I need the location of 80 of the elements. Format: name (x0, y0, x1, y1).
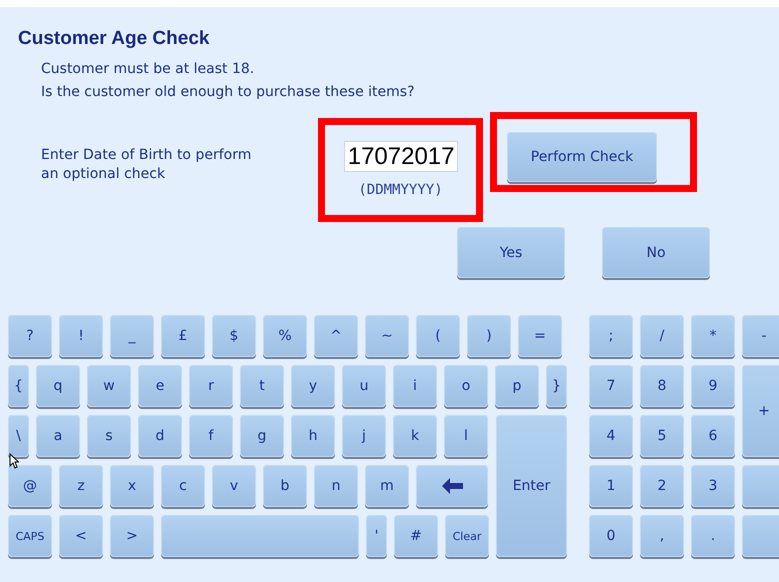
keyboard-key[interactable]: l (444, 415, 488, 457)
date-format-hint: (DDMMYYYY) (358, 182, 443, 198)
keyboard-key[interactable]: Clear (445, 515, 489, 557)
numpad-key[interactable]: 6 (691, 415, 735, 457)
keyboard-key[interactable]: t (240, 365, 284, 407)
backspace-key[interactable] (416, 465, 488, 507)
keyboard-key[interactable]: \ (8, 415, 29, 457)
keyboard-key[interactable]: h (291, 415, 335, 457)
numpad-key[interactable]: / (640, 315, 684, 357)
keyboard-key[interactable]: ( (416, 315, 460, 357)
keyboard-key[interactable]: p (495, 365, 539, 407)
keyboard-key[interactable]: ? (8, 315, 52, 357)
message-text: Is the customer old enough to purchase these items? (41, 83, 416, 102)
keyboard-key[interactable]: ~ (365, 315, 409, 357)
keyboard-key[interactable]: _ (110, 315, 154, 357)
keyboard-key[interactable]: > (110, 515, 154, 557)
keyboard-key[interactable]: w (87, 365, 131, 407)
keyboard-key[interactable]: q (36, 365, 80, 407)
keyboard-key[interactable]: d (138, 415, 182, 457)
dob-label: Enter Date of Birth to perform an optional check (41, 146, 252, 184)
keyboard-key[interactable]: ^ (314, 315, 358, 357)
numpad-key[interactable]: 1 (589, 465, 633, 507)
keyboard-key[interactable]: g (240, 415, 284, 457)
keyboard-key[interactable]: k (393, 415, 437, 457)
keyboard-key[interactable]: % (263, 315, 307, 357)
numpad-key[interactable]: - (742, 315, 779, 357)
keyboard-key[interactable]: CAPS (8, 515, 52, 557)
message-text: Customer must be at least 18. (41, 60, 256, 79)
numpad-key[interactable]: 9 (691, 365, 735, 407)
left-arrow-icon (440, 477, 464, 495)
dob-field[interactable]: 17072017 (344, 141, 458, 172)
keyboard-key[interactable]: # (394, 515, 438, 557)
keyboard-key[interactable]: x (110, 465, 154, 507)
numpad-key[interactable]: 7 (589, 365, 633, 407)
numpad-key[interactable] (742, 515, 779, 557)
numpad-key[interactable]: 0 (589, 515, 633, 557)
enter-key[interactable]: Enter (496, 415, 567, 557)
keyboard-key[interactable]: < (59, 515, 103, 557)
numpad-key[interactable]: 8 (640, 365, 684, 407)
keyboard-key[interactable]: f (189, 415, 233, 457)
numpad-key[interactable]: ; (589, 315, 633, 357)
keyboard-key[interactable]: v (212, 465, 256, 507)
numpad-key[interactable]: + (742, 365, 779, 457)
keyboard-key[interactable]: a (36, 415, 80, 457)
keyboard-key[interactable]: m (365, 465, 409, 507)
keyboard-key[interactable]: } (546, 365, 567, 407)
answer-button[interactable]: Yes (457, 227, 565, 278)
perform-check-button[interactable]: Perform Check (507, 132, 657, 182)
keyboard-key[interactable]: c (161, 465, 205, 507)
keyboard-key[interactable]: s (87, 415, 131, 457)
keyboard-key[interactable]: j (342, 415, 386, 457)
space-key[interactable] (161, 515, 359, 557)
numpad-key[interactable]: 2 (640, 465, 684, 507)
keyboard-key[interactable]: = (518, 315, 562, 357)
keyboard-key[interactable]: @ (8, 465, 52, 507)
keyboard-key[interactable]: b (263, 465, 307, 507)
keyboard-key[interactable]: y (291, 365, 335, 407)
keyboard-key[interactable]: z (59, 465, 103, 507)
keyboard-key[interactable]: e (138, 365, 182, 407)
numpad-key[interactable]: * (691, 315, 735, 357)
numpad-key[interactable]: , (640, 515, 684, 557)
keyboard-key[interactable]: ! (59, 315, 103, 357)
numpad-key[interactable] (742, 465, 779, 507)
mouse-pointer-icon (9, 453, 19, 469)
keyboard-key[interactable]: u (342, 365, 386, 407)
numpad-key[interactable]: 5 (640, 415, 684, 457)
keyboard-key[interactable]: £ (161, 315, 205, 357)
keyboard-key[interactable]: r (189, 365, 233, 407)
numpad-key[interactable]: 4 (589, 415, 633, 457)
keyboard-key[interactable]: ) (467, 315, 511, 357)
answer-button[interactable]: No (602, 227, 710, 278)
keyboard-key[interactable]: i (393, 365, 437, 407)
keyboard-key[interactable]: n (314, 465, 358, 507)
keyboard-key[interactable]: ' (366, 515, 387, 557)
numpad-key[interactable]: . (691, 515, 735, 557)
keyboard-key[interactable]: o (444, 365, 488, 407)
keyboard-key[interactable]: { (8, 365, 29, 407)
numpad-key[interactable]: 3 (691, 465, 735, 507)
dialog-title: Customer Age Check (17, 27, 210, 50)
keyboard-key[interactable]: $ (212, 315, 256, 357)
